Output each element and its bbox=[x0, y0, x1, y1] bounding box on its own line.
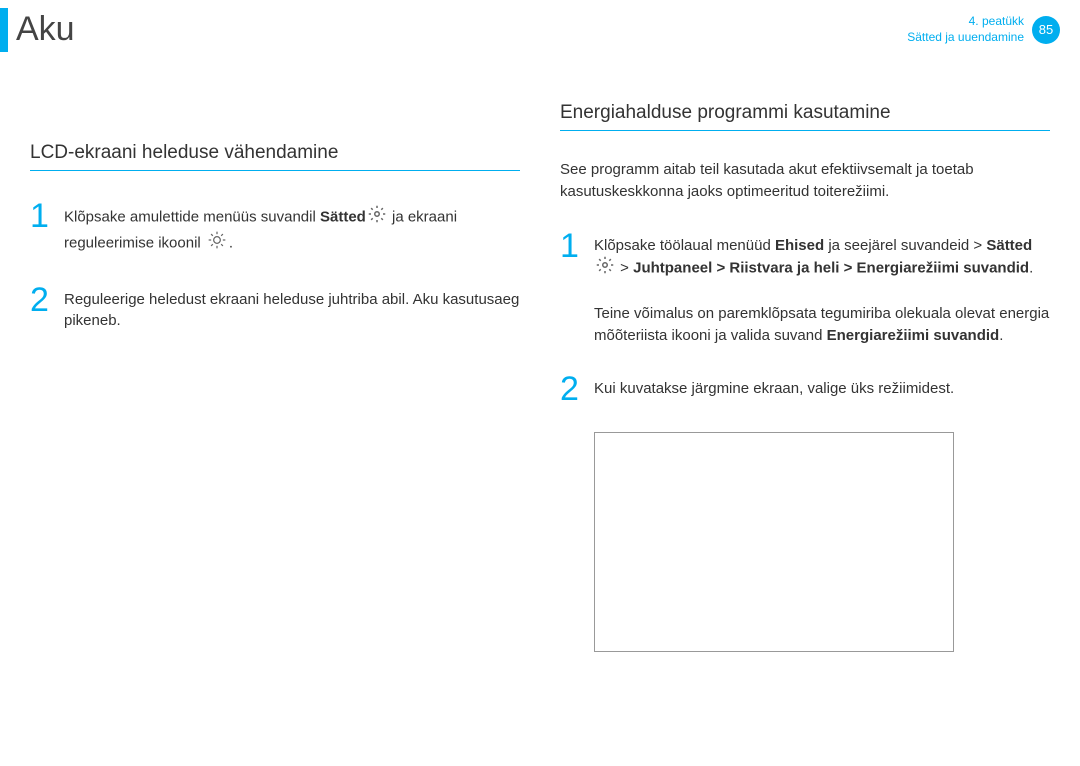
bold-text: Sätted bbox=[320, 208, 366, 225]
text: . bbox=[999, 327, 1003, 344]
text: Klõpsake töölaual menüüd bbox=[594, 237, 775, 254]
step-number-2: 2 bbox=[30, 283, 52, 317]
page-title: Aku bbox=[16, 8, 75, 49]
step-number-2: 2 bbox=[560, 372, 582, 406]
gear-icon bbox=[596, 256, 614, 281]
step-body: Reguleerige heledust ekraani heleduse ju… bbox=[64, 283, 520, 333]
intro-paragraph: See programm aitab teil kasutada akut ef… bbox=[560, 159, 1050, 203]
right-step-2: 2 Kui kuvatakse järgmine ekraan, valige … bbox=[560, 372, 1050, 406]
text: > bbox=[616, 260, 633, 277]
text: Klõpsake amulettide menüüs suvandil bbox=[64, 208, 320, 225]
left-step-1: 1 Klõpsake amulettide menüüs suvandil Sä… bbox=[30, 199, 520, 257]
chapter-info: 4. peatükk Sätted ja uuendamine bbox=[907, 14, 1024, 45]
step-body: Klõpsake töölaual menüüd Ehised ja seejä… bbox=[594, 229, 1050, 347]
chapter-name: Sätted ja uuendamine bbox=[907, 30, 1024, 46]
section-heading-energy: Energiahalduse programmi kasutamine bbox=[560, 102, 1050, 131]
bold-text: Energiarežiimi suvandid bbox=[827, 327, 1000, 344]
page-header: Aku 4. peatükk Sätted ja uuendamine 85 bbox=[0, 0, 1080, 52]
right-column: Energiahalduse programmi kasutamine See … bbox=[560, 102, 1050, 652]
text: . bbox=[1029, 260, 1033, 277]
bold-text: Sätted bbox=[986, 237, 1032, 254]
left-step-2: 2 Reguleerige heledust ekraani heleduse … bbox=[30, 283, 520, 333]
title-accent-bar bbox=[0, 8, 8, 52]
right-step-1: 1 Klõpsake töölaual menüüd Ehised ja see… bbox=[560, 229, 1050, 347]
chapter-label: 4. peatükk bbox=[907, 14, 1024, 30]
section-heading-lcd: LCD-ekraani heleduse vähendamine bbox=[30, 142, 520, 171]
step-body: Klõpsake amulettide menüüs suvandil Sätt… bbox=[64, 199, 520, 257]
step-body: Kui kuvatakse järgmine ekraan, valige ük… bbox=[594, 372, 954, 400]
text: ja valida suvand bbox=[715, 327, 827, 344]
brightness-icon bbox=[207, 230, 227, 257]
step-number-1: 1 bbox=[560, 229, 582, 263]
left-column: LCD-ekraani heleduse vähendamine 1 Klõps… bbox=[30, 102, 520, 652]
gear-icon bbox=[368, 205, 386, 230]
bold-text: Ehised bbox=[775, 237, 824, 254]
text: . bbox=[229, 234, 233, 251]
text: ja seejärel suvandeid > bbox=[824, 237, 986, 254]
page-number: 85 bbox=[1032, 16, 1060, 44]
header-right: 4. peatükk Sätted ja uuendamine 85 bbox=[907, 8, 1060, 45]
title-group: Aku bbox=[0, 8, 75, 52]
bold-text: Juhtpaneel > Riistvara ja heli > Energia… bbox=[633, 260, 1029, 277]
content-area: LCD-ekraani heleduse vähendamine 1 Klõps… bbox=[0, 52, 1080, 652]
screenshot-placeholder bbox=[594, 432, 954, 652]
step-number-1: 1 bbox=[30, 199, 52, 233]
